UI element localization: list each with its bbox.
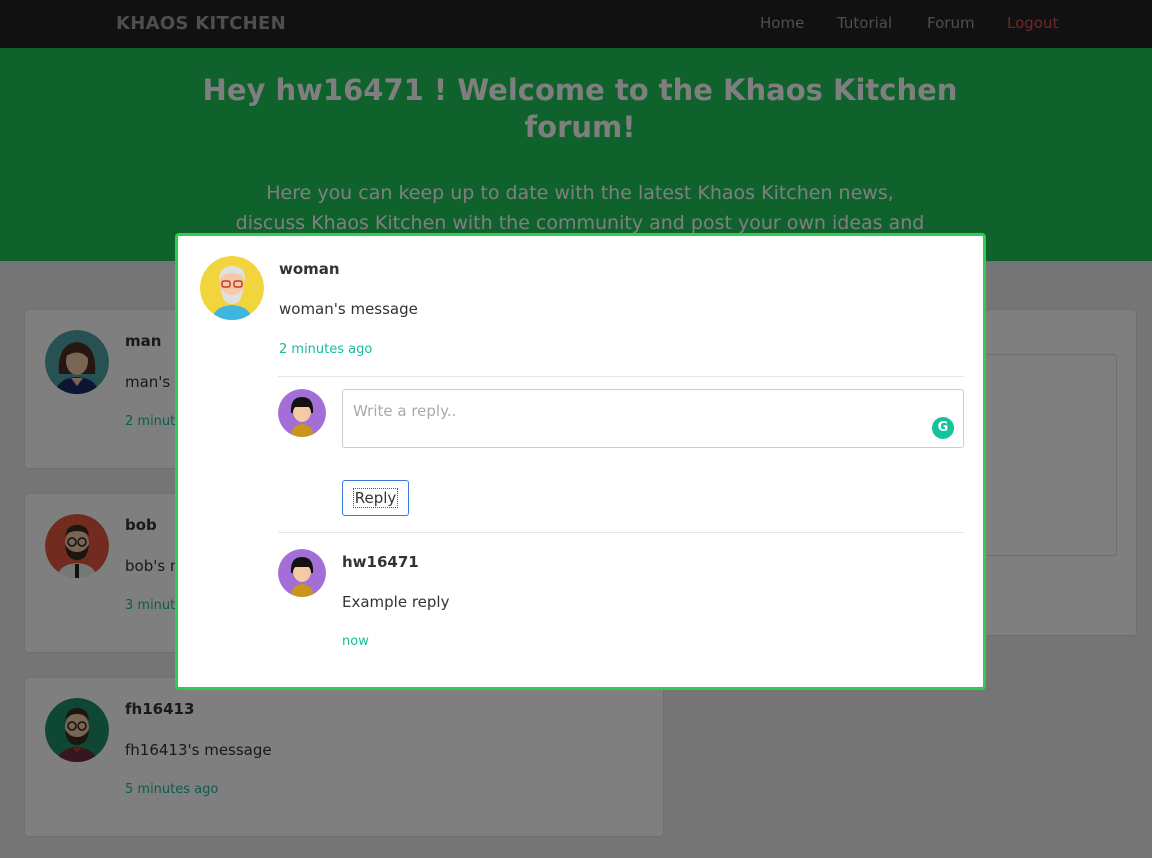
reply-input[interactable]: Write a reply.. xyxy=(342,389,964,448)
reply-author[interactable]: hw16471 xyxy=(342,553,419,571)
divider xyxy=(278,376,964,377)
reply-button[interactable]: Reply xyxy=(342,480,409,516)
post-thread-modal: woman woman's message 2 minutes ago Writ… xyxy=(175,233,986,690)
divider xyxy=(278,532,964,533)
reply-timestamp: now xyxy=(342,634,369,649)
girl-avatar-icon xyxy=(278,549,326,597)
reply-button-label: Reply xyxy=(352,488,399,508)
girl-avatar-icon xyxy=(278,389,326,437)
reply-message: Example reply xyxy=(342,593,450,611)
thread-author[interactable]: woman xyxy=(279,260,340,278)
old-man-avatar-icon xyxy=(200,256,264,320)
thread-timestamp: 2 minutes ago xyxy=(279,342,373,357)
grammarly-icon[interactable]: G xyxy=(932,417,954,439)
thread-message: woman's message xyxy=(279,300,418,318)
